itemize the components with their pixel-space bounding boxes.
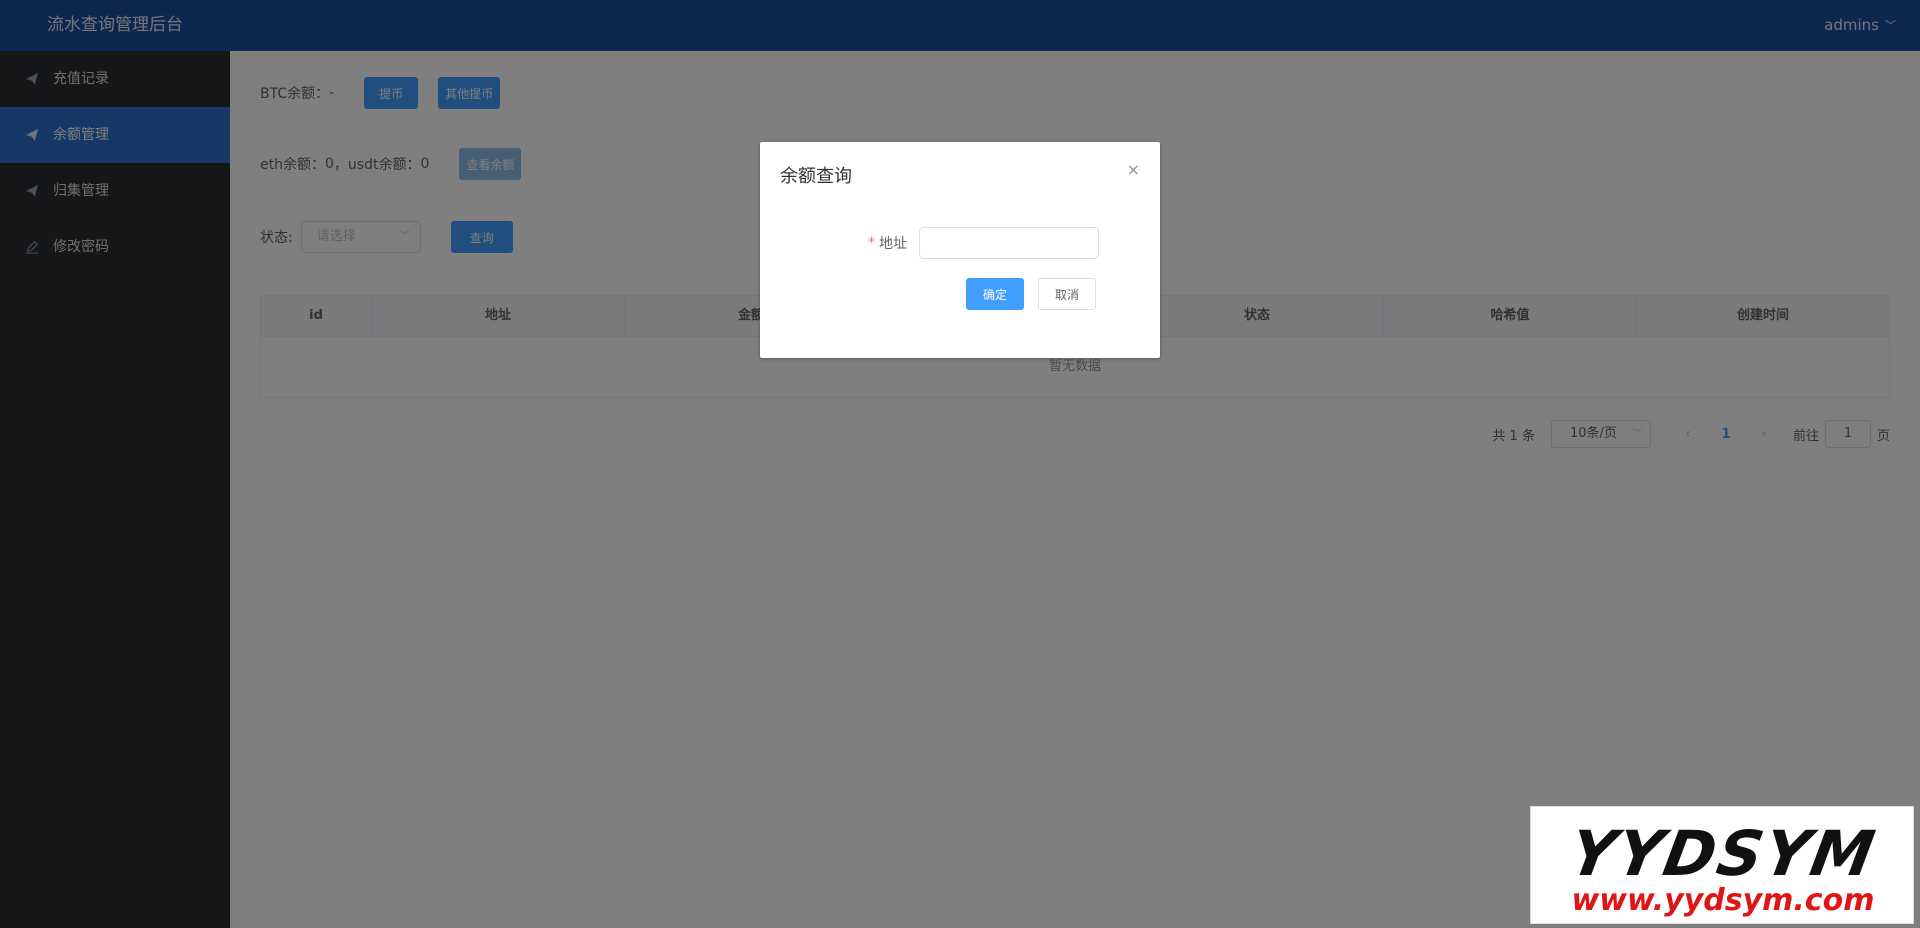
dialog-actions: 确定 取消	[966, 278, 1097, 310]
close-icon[interactable]: ×	[1127, 160, 1140, 179]
modal-overlay[interactable]	[0, 0, 1920, 928]
confirm-button[interactable]: 确定	[966, 278, 1025, 310]
required-mark: *	[868, 235, 875, 251]
address-field-row: * 地址	[868, 227, 1099, 259]
watermark-logo: YYDSYM www.yydsym.com	[1530, 806, 1914, 924]
watermark-brand: YYDSYM	[1564, 817, 1882, 890]
balance-query-dialog: 余额查询 × * 地址 确定 取消	[760, 142, 1160, 358]
watermark-url: www.yydsym.com	[1571, 883, 1875, 918]
address-label: 地址	[879, 236, 907, 252]
address-input[interactable]	[919, 227, 1099, 259]
cancel-button[interactable]: 取消	[1038, 278, 1097, 310]
dialog-title: 余额查询	[780, 166, 852, 187]
